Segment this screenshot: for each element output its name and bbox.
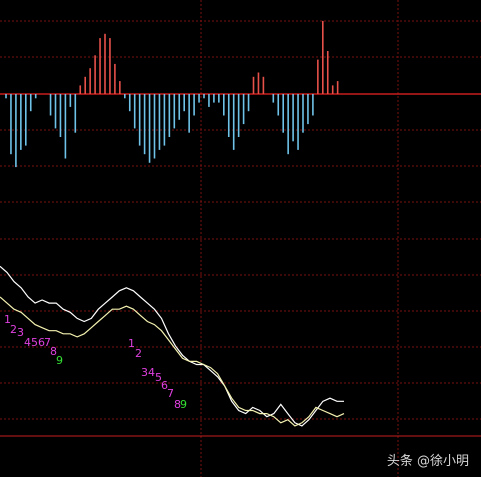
sequence-count-label: 3 [17, 326, 24, 339]
sequence-count-label: 1 [128, 337, 135, 350]
slow-line [0, 296, 345, 427]
sequence-labels: 12 34 5 6 789123 4 5678 9 [4, 313, 187, 411]
sequence-count-label: 3 [141, 366, 148, 379]
sequence-count-label: 9 [56, 354, 63, 367]
sequence-count-label: 4 [148, 366, 155, 379]
sequence-count-label: 5 [31, 336, 38, 349]
macd-chart: 12 34 5 6 789123 4 5678 9 [0, 0, 481, 477]
sequence-count-label: 7 [167, 387, 174, 400]
watermark-label: 头条 @徐小明 [386, 454, 469, 469]
chart-stage: 123456789123456789 头条 @徐小明 [0, 0, 481, 477]
grid-layer [0, 0, 481, 477]
sequence-count-label: 2 [135, 347, 142, 360]
sequence-count-label: 4 [24, 336, 31, 349]
sequence-count-label: 9 [180, 398, 187, 411]
sequence-count-label: 2 [10, 323, 17, 336]
